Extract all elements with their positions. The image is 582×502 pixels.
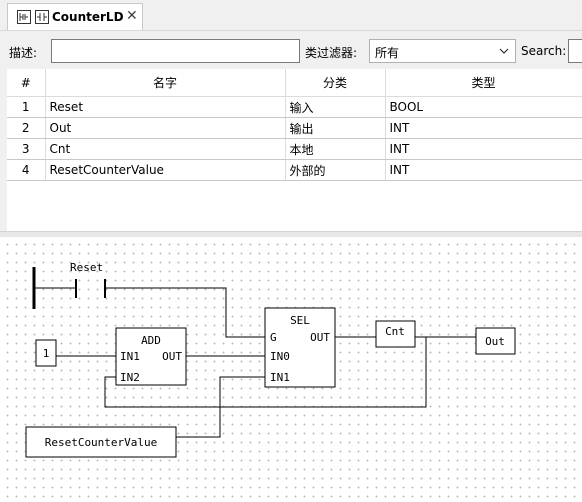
- constant-1-value: 1: [43, 347, 50, 360]
- sel-block-title: SEL: [290, 314, 310, 327]
- search-label: Search:: [521, 44, 567, 58]
- row-number: 1: [7, 96, 46, 118]
- close-icon[interactable]: ✕: [126, 8, 138, 24]
- sel-out-label: OUT: [310, 331, 330, 344]
- table-row[interactable]: 1 Reset 输入 BOOL: [7, 96, 582, 118]
- column-header-type[interactable]: 类型: [385, 69, 582, 97]
- table-row[interactable]: 4 ResetCounterValue 外部的 INT: [7, 159, 582, 181]
- variables-table: # 名字 分类 类型 1 Reset 输入 BOOL 2 Out 输出 INT …: [7, 69, 582, 231]
- add-in1-label: IN1: [120, 350, 140, 363]
- add-block-title: ADD: [141, 334, 161, 347]
- row-number: 2: [7, 117, 46, 139]
- variable-resetcountervalue-label: ResetCounterValue: [45, 436, 158, 449]
- tab-label: CounterLD: [52, 10, 124, 24]
- sel-g-label: G: [270, 331, 277, 344]
- description-label: 描述:: [9, 46, 38, 60]
- class-filter-label: 类过滤器:: [305, 46, 358, 60]
- sel-in1-label: IN1: [270, 371, 290, 384]
- variable-name[interactable]: Reset: [45, 96, 286, 118]
- variable-name[interactable]: Out: [45, 117, 286, 139]
- variable-class[interactable]: 输出: [285, 117, 386, 139]
- variable-out-label: Out: [485, 335, 505, 348]
- sel-in0-label: IN0: [270, 350, 290, 363]
- contact-label: Reset: [70, 261, 103, 274]
- class-filter-select[interactable]: 所有: [369, 39, 516, 63]
- class-filter-value: 所有: [375, 46, 400, 60]
- description-input[interactable]: [51, 39, 300, 63]
- search-input[interactable]: [568, 39, 582, 63]
- add-out-label: OUT: [162, 350, 182, 363]
- variable-type[interactable]: INT: [385, 117, 582, 139]
- variable-class[interactable]: 输入: [285, 96, 386, 118]
- variable-type[interactable]: INT: [385, 159, 582, 181]
- variable-type[interactable]: INT: [385, 138, 582, 160]
- column-header-number[interactable]: #: [7, 69, 46, 97]
- variable-type[interactable]: BOOL: [385, 96, 582, 118]
- table-row[interactable]: 2 Out 输出 INT: [7, 117, 582, 139]
- column-header-class[interactable]: 分类: [285, 69, 386, 97]
- ladder-diagram-canvas[interactable]: Reset ADD IN1 IN2 OUT SEL G OUT IN0 IN1 …: [0, 237, 582, 502]
- filter-bar: 描述: 类过滤器: 所有 Search:: [0, 31, 582, 69]
- pou-icon: [17, 10, 31, 24]
- table-header-row: # 名字 分类 类型: [7, 69, 582, 97]
- variable-name[interactable]: Cnt: [45, 138, 286, 160]
- chevron-down-icon: [499, 48, 509, 54]
- tab-counterld[interactable]: CounterLD ✕: [7, 3, 143, 30]
- ladder-icon: [35, 10, 49, 24]
- table-row[interactable]: 3 Cnt 本地 INT: [7, 138, 582, 160]
- add-in2-label: IN2: [120, 371, 140, 384]
- column-header-name[interactable]: 名字: [45, 69, 286, 97]
- row-number: 4: [7, 159, 46, 181]
- variable-class[interactable]: 外部的: [285, 159, 386, 181]
- row-number: 3: [7, 138, 46, 160]
- variable-class[interactable]: 本地: [285, 138, 386, 160]
- variable-name[interactable]: ResetCounterValue: [45, 159, 286, 181]
- tab-strip: CounterLD ✕: [0, 0, 582, 31]
- ladder-diagram: Reset ADD IN1 IN2 OUT SEL G OUT IN0 IN1 …: [25, 261, 516, 458]
- variable-cnt-label: Cnt: [385, 325, 405, 338]
